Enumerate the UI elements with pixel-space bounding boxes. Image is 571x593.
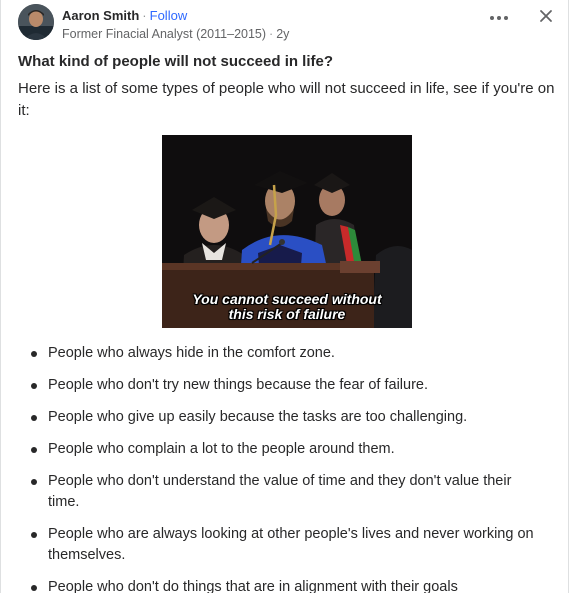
question-title[interactable]: What kind of people will not succeed in … [18, 52, 548, 72]
list-item-text: People who don't do things that are in a… [48, 579, 458, 593]
bullet-icon [31, 479, 37, 485]
bullet-icon [31, 383, 37, 389]
answer-card: Aaron Smith · Follow Former Finacial Analy… [0, 0, 569, 593]
list-item-text: People who complain a lot to the people … [48, 441, 395, 457]
separator-dot: · [269, 27, 274, 41]
follow-button[interactable]: Follow [150, 8, 188, 23]
author-credential[interactable]: Former Finacial Analyst (2011–2015) [62, 27, 266, 41]
post-time[interactable]: 2y [276, 27, 289, 41]
answer-list: People who always hide in the comfort zo… [18, 343, 538, 593]
list-item: People who complain a lot to the people … [18, 439, 538, 460]
close-icon [540, 10, 552, 22]
bullet-icon [31, 351, 37, 357]
separator-dot: · [142, 8, 147, 23]
list-item-text: People who give up easily because the ta… [48, 409, 468, 425]
caption-line-1: You cannot succeed without [192, 291, 382, 307]
ellipsis-icon [490, 16, 508, 20]
list-item-text: People who always hide in the comfort zo… [48, 345, 335, 361]
bullet-icon [31, 415, 37, 421]
caption-line-2: this risk of failure [228, 306, 346, 322]
list-item: People who don't understand the value of… [18, 471, 538, 513]
bullet-icon [31, 447, 37, 453]
author-credential-line: Former Finacial Analyst (2011–2015) · 2y [62, 27, 289, 41]
bullet-icon [31, 585, 37, 591]
answer-intro: Here is a list of some types of people w… [18, 80, 555, 119]
list-item: People who give up easily because the ta… [18, 407, 538, 428]
answer-gif-image[interactable]: You cannot succeed without this risk of … [162, 135, 412, 328]
list-item-text: People who don't understand the value of… [48, 473, 512, 510]
more-options-button[interactable] [488, 10, 510, 26]
list-item-text: People who are always looking at other p… [48, 526, 534, 563]
gif-caption: You cannot succeed without this risk of … [162, 292, 412, 322]
list-item: People who don't try new things because … [18, 375, 538, 396]
list-item: People who are always looking at other p… [18, 524, 538, 566]
avatar[interactable] [18, 4, 54, 40]
author-line: Aaron Smith · Follow [62, 8, 187, 24]
list-item-text: People who don't try new things because … [48, 377, 429, 393]
post-header: Aaron Smith · Follow Former Finacial Analy… [18, 4, 554, 42]
author-name[interactable]: Aaron Smith [62, 8, 139, 23]
list-item: People who don't do things that are in a… [18, 577, 538, 593]
list-item: People who always hide in the comfort zo… [18, 343, 538, 364]
bullet-icon [31, 532, 37, 538]
close-button[interactable] [538, 8, 554, 24]
